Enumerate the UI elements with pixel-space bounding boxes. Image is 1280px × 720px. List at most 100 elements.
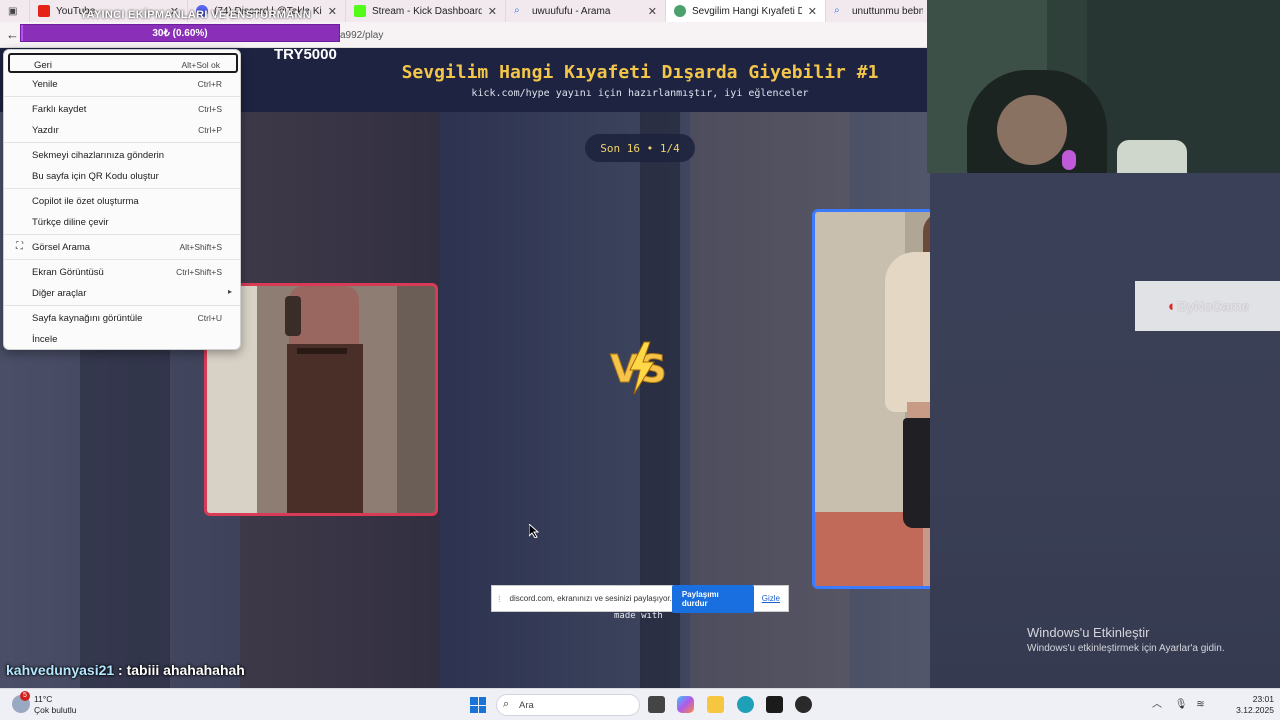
menu-divider [4,142,240,143]
activation-subtitle: Windows'u etkinleştirmek için Ayarlar'a … [1027,643,1225,654]
tab-active-game[interactable]: Sevgilim Hangi Kıyafeti Dışarda G ✕ [666,0,826,22]
menu-item-print[interactable]: Yazdır Ctrl+P [8,120,238,140]
menu-item-refresh[interactable]: Yenile Ctrl+R [8,74,238,94]
menu-item-label: Yazdır [32,125,59,136]
menu-item-shortcut: Ctrl+S [198,104,222,114]
tab-search-2[interactable]: ⌕ unuttunmu bebni akor [826,0,932,22]
terminal-icon[interactable] [766,696,783,713]
photo-trousers [287,344,363,513]
search-placeholder: Ara [519,700,534,711]
chevron-right-icon: ▸ [227,287,232,296]
photo-belt [297,348,347,354]
chat-text: : tabiii ahahahahah [114,662,245,678]
weather-description: Çok bulutlu [34,705,77,715]
round-indicator: Son 16 • 1/4 [585,134,695,162]
taskbar: 5 11°C Çok bulutlu ⌕ Ara ︿ 🎙 ≋ 23:01 3.1… [0,688,1280,720]
menu-item-shortcut: Alt+Sol ok [181,60,220,70]
page-title: Sevgilim Hangi Kıyafeti Dışarda Giyebili… [401,62,879,83]
menu-item-save-as[interactable]: Farklı kaydet Ctrl+S [8,99,238,119]
headset-light [1062,150,1076,170]
wifi-icon[interactable]: ≋ [1196,699,1204,710]
system-tray[interactable]: ︿ 🎙 ≋ [1152,695,1205,710]
menu-divider [4,305,240,306]
menu-item-inspect[interactable]: İncele [8,329,238,349]
hide-link[interactable]: Gizle [762,594,780,603]
chat-message: kahvedunyasi21 : tabiii ahahahahah [6,662,245,678]
start-button[interactable] [470,697,486,713]
context-menu: Geri Alt+Sol ok Yenile Ctrl+R Farklı kay… [3,49,241,350]
weather-widget[interactable]: 5 11°C Çok bulutlu [12,691,102,717]
menu-item-send-tab[interactable]: Sekmeyi cihazlarınıza gönderin [8,145,238,165]
task-view-icon[interactable] [648,696,665,713]
edge-icon[interactable] [737,696,754,713]
menu-item-shortcut: Ctrl+U [197,313,222,323]
microphone-icon[interactable]: 🎙 [1175,699,1188,710]
menu-item-label: Diğer araçlar [32,288,87,299]
close-icon[interactable]: ✕ [488,5,497,18]
menu-item-view-source[interactable]: Sayfa kaynağını görüntüle Ctrl+U [8,308,238,328]
menu-item-label: Farklı kaydet [32,104,87,115]
tab-label: unuttunmu bebni akor [852,5,923,17]
menu-item-translate[interactable]: Türkçe diline çevir [8,212,238,232]
file-explorer-icon[interactable] [707,696,724,713]
kick-icon [354,5,366,17]
activation-title: Windows'u Etkinleştir [1027,625,1150,640]
overlay-currency-text: TRY5000 [274,46,337,63]
menu-item-more-tools[interactable]: Diğer araçlar ▸ [8,283,238,303]
clock-date[interactable]: 3.12.2025 [1220,705,1274,715]
screen-share-bar: ⁞ discord.com, ekranınızı ve sesinizi pa… [491,584,789,613]
search-icon: ⌕ [503,698,510,710]
address-url[interactable]: a992/play [340,30,383,41]
menu-item-label: Yenile [32,79,58,90]
menu-item-label: Ekran Görüntüsü [32,267,104,278]
menu-item-visual-search[interactable]: ⛶ Görsel Arama Alt+Shift+S [8,237,238,257]
close-icon[interactable]: ✕ [808,5,817,18]
search-icon: ⌕ [514,5,520,16]
page-subtitle: kick.com/hype yayını için hazırlanmıştır… [471,88,809,99]
share-status-text: discord.com, ekranınızı ve sesinizi payl… [509,594,672,603]
notification-badge: 5 [20,691,30,701]
menu-item-shortcut: Ctrl+Shift+S [176,267,222,277]
stop-sharing-button[interactable]: Paylaşımı durdur [671,584,754,613]
outfit-card-right[interactable] [812,209,930,589]
visual-search-icon: ⛶ [16,241,23,252]
menu-item-label: Görsel Arama [32,242,91,253]
menu-item-label: Türkçe diline çevir [32,217,109,228]
clock-time[interactable]: 23:01 [1230,694,1274,704]
menu-item-label: Sayfa kaynağını görüntüle [32,313,143,324]
menu-item-shortcut: Alt+Shift+S [179,242,222,252]
photo-door [397,286,435,513]
screen: ▣ YouTube ✕ (74) Discord | @Takla King ✕… [0,0,1280,720]
webcam-overlay [927,0,1280,173]
photo-skirt [903,418,930,528]
menu-divider [4,234,240,235]
chevron-up-icon[interactable]: ︿ [1152,699,1162,710]
menu-item-label: İncele [32,334,58,345]
goal-title: YAYINCI EKİPMANLARI VE ENSTURMANN [80,9,311,21]
copilot-icon[interactable] [677,696,694,713]
tab-label: uwuufufu - Arama [532,5,611,17]
menu-item-qr-code[interactable]: Bu sayfa için QR Kodu oluştur [8,166,238,186]
menu-item-copilot-summary[interactable]: Copilot ile özet oluşturma [8,191,238,211]
menu-item-shortcut: Ctrl+R [197,79,222,89]
menu-item-label: Geri [34,60,52,71]
app-icon[interactable] [795,696,812,713]
menu-item-label: Copilot ile özet oluşturma [32,196,139,207]
made-with-label: made with [614,611,663,621]
goal-progress-bar: 30₺ (0.60%) [20,24,340,42]
search-icon: ⌕ [834,5,840,16]
mouse-cursor-icon [529,524,539,538]
webcam-shirt [1117,140,1187,173]
sponsor-logo-icon: ◖ [1166,297,1176,315]
sponsor-banner: ◖ ByNoGame [1135,281,1280,331]
menu-item-screenshot[interactable]: Ekran Görüntüsü Ctrl+Shift+S [8,262,238,282]
tab-kick-dashboard[interactable]: Stream - Kick Dashboard ✕ [346,0,506,22]
tab-search[interactable]: ⌕ uwuufufu - Arama ✕ [506,0,666,22]
back-arrow-icon[interactable]: ← [6,27,19,42]
close-icon[interactable]: ✕ [648,5,657,18]
drag-handle-icon[interactable]: ⁞ [498,594,508,604]
taskbar-search[interactable]: ⌕ Ara [496,694,640,716]
menu-item-back[interactable]: Geri Alt+Sol ok [8,53,238,73]
menu-item-label: Bu sayfa için QR Kodu oluştur [32,171,159,182]
chat-username: kahvedunyasi21 [6,662,115,678]
